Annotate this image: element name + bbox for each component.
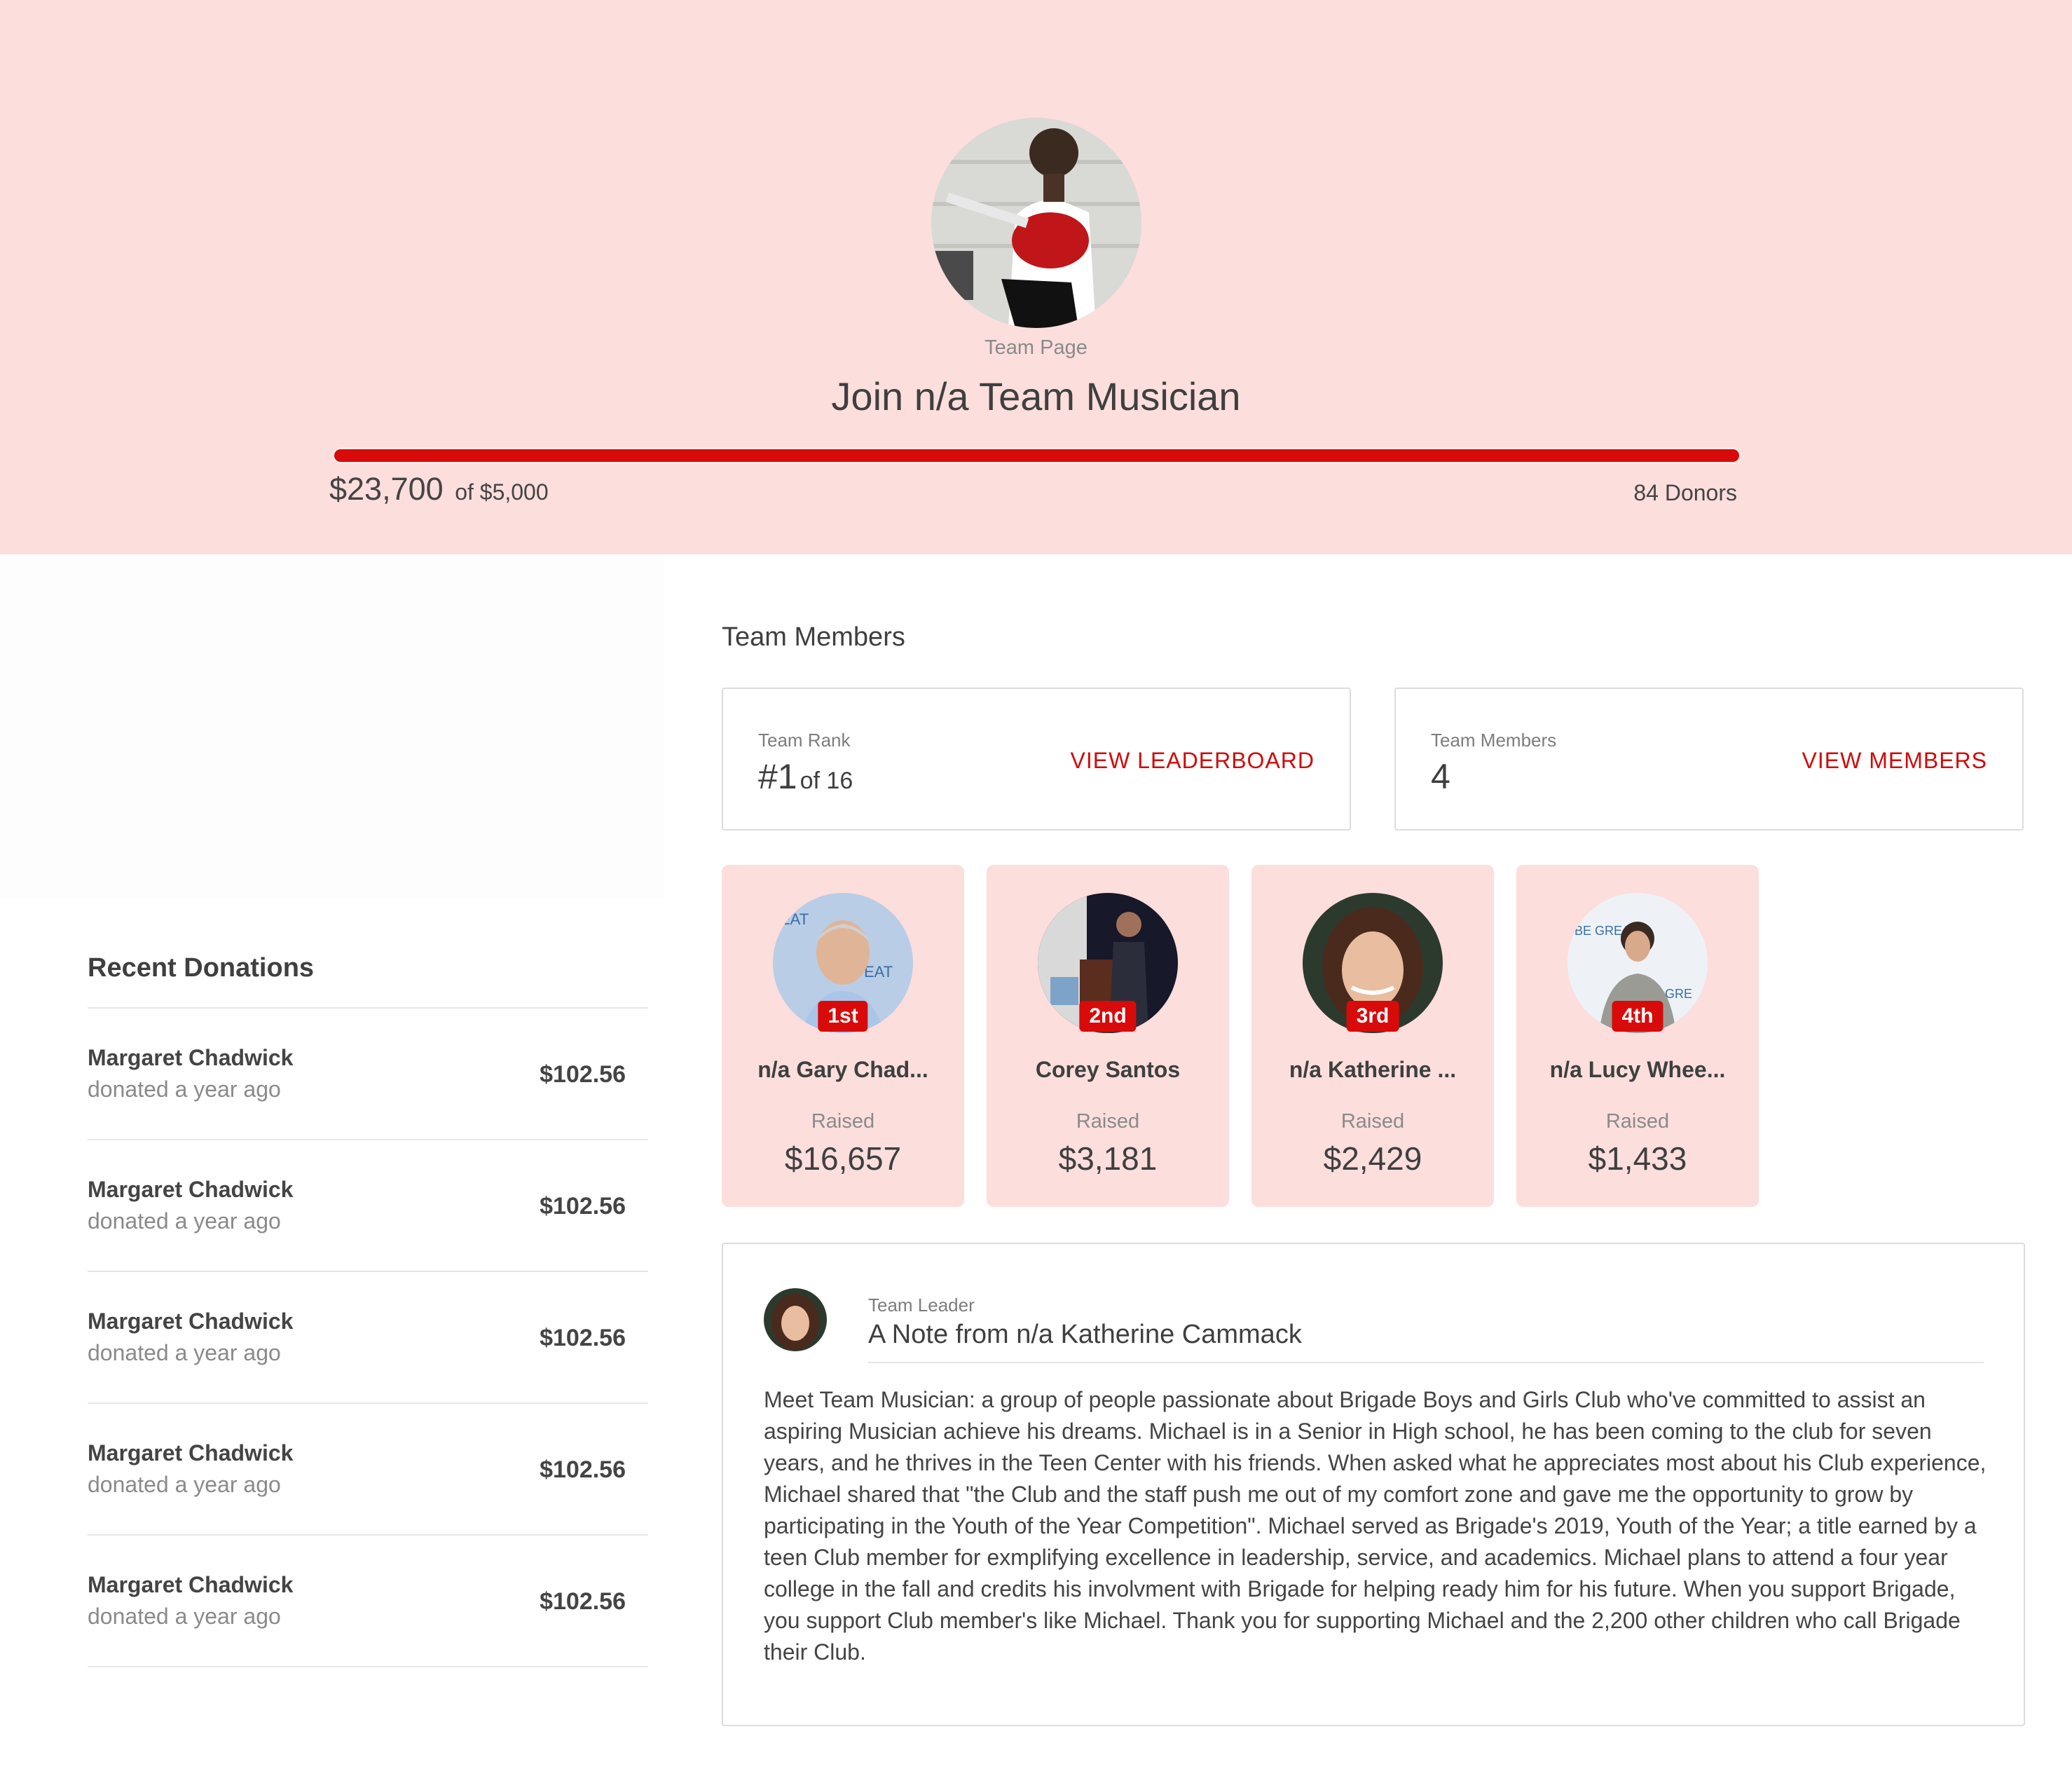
donation-amount: $102.56 xyxy=(540,1588,626,1615)
donation-amount: $102.56 xyxy=(540,1325,626,1351)
rank-total: of 16 xyxy=(800,767,853,794)
donation-item: Margaret Chadwick donated a year ago $10… xyxy=(88,1009,648,1140)
fundraising-progress-bar xyxy=(332,447,1741,464)
svg-text:EAT: EAT xyxy=(864,963,893,981)
team-rank-label: Team Rank xyxy=(758,730,851,751)
raised-amount: $3,181 xyxy=(1058,1140,1158,1177)
donor-name: Margaret Chadwick xyxy=(88,1309,294,1334)
team-members-box: Team Members 4 VIEW MEMBERS xyxy=(1394,688,2024,831)
member-card[interactable]: BE GREAT BE GRE 4th n/a Lucy Whee... Rai… xyxy=(1516,865,1759,1207)
donation-time: donated a year ago xyxy=(88,1472,281,1497)
donor-name: Margaret Chadwick xyxy=(88,1440,294,1466)
rank-badge: 3rd xyxy=(1346,1001,1399,1032)
donation-amount: $102.56 xyxy=(540,1456,626,1483)
recent-donations-list: Margaret Chadwick donated a year ago $10… xyxy=(88,1007,648,1667)
team-leader-note: Team Leader A Note from n/a Katherine Ca… xyxy=(722,1243,2025,1726)
donation-time: donated a year ago xyxy=(88,1604,281,1629)
leader-avatar xyxy=(764,1288,827,1351)
member-card[interactable]: 2nd Corey Santos Raised $3,181 xyxy=(987,865,1229,1207)
raised-label: Raised xyxy=(1076,1110,1140,1133)
goal-amount: of $5,000 xyxy=(455,479,549,505)
rank-badge: 4th xyxy=(1612,1001,1663,1032)
rank-number: #1 xyxy=(758,757,797,796)
raised-amount: $1,433 xyxy=(1588,1140,1687,1177)
view-leaderboard-link[interactable]: VIEW LEADERBOARD xyxy=(1070,748,1315,774)
page-type-label: Team Page xyxy=(984,336,1088,359)
team-rank-value: #1 of 16 xyxy=(758,756,853,797)
donation-item: Margaret Chadwick donated a year ago $10… xyxy=(88,1404,648,1536)
svg-text:EAT: EAT xyxy=(780,910,809,928)
member-card[interactable]: 3rd n/a Katherine ... Raised $2,429 xyxy=(1251,865,1494,1207)
divider xyxy=(868,1362,1984,1363)
raised-label: Raised xyxy=(1340,1110,1405,1133)
donor-name: Margaret Chadwick xyxy=(88,1572,294,1597)
donation-item: Margaret Chadwick donated a year ago $10… xyxy=(88,1272,648,1404)
donation-time: donated a year ago xyxy=(88,1208,281,1234)
recent-donations-title: Recent Donations xyxy=(88,953,315,983)
donation-amount: $102.56 xyxy=(540,1061,626,1088)
raised-amount: $2,429 xyxy=(1323,1140,1422,1177)
donation-time: donated a year ago xyxy=(88,1340,281,1365)
rank-badge: 2nd xyxy=(1079,1001,1137,1032)
team-members-count: 4 xyxy=(1431,757,1450,796)
member-name: n/a Gary Chad... xyxy=(757,1057,928,1082)
note-label: Team Leader xyxy=(868,1295,975,1316)
progress-fill xyxy=(334,449,1739,462)
view-members-link[interactable]: VIEW MEMBERS xyxy=(1802,748,1987,774)
member-name: Corey Santos xyxy=(1035,1057,1181,1082)
member-name: n/a Lucy Whee... xyxy=(1549,1057,1726,1082)
note-title: A Note from n/a Katherine Cammack xyxy=(868,1320,1302,1349)
donor-name: Margaret Chadwick xyxy=(88,1177,294,1202)
raised-label: Raised xyxy=(1605,1110,1670,1133)
raised-amount: $16,657 xyxy=(784,1140,902,1177)
note-body: Meet Team Musician: a group of people pa… xyxy=(764,1387,1987,1665)
donor-name: Margaret Chadwick xyxy=(88,1045,294,1070)
donation-item: Margaret Chadwick donated a year ago $10… xyxy=(88,1140,648,1272)
team-rank-box: Team Rank #1 of 16 VIEW LEADERBOARD xyxy=(722,688,1351,831)
team-hero: Team Page Join n/a Team Musician $23,700… xyxy=(0,0,2072,554)
donation-item: Margaret Chadwick donated a year ago $10… xyxy=(88,1536,648,1667)
member-name: n/a Katherine ... xyxy=(1289,1057,1457,1082)
donation-amount: $102.56 xyxy=(540,1193,626,1220)
amount-raised: $23,700 of $5,000 xyxy=(329,471,549,507)
raised-label: Raised xyxy=(811,1110,875,1133)
left-sidebar-panel xyxy=(0,554,664,898)
donor-count: 84 Donors xyxy=(1633,480,1737,505)
team-avatar xyxy=(931,118,1141,328)
team-members-label: Team Members xyxy=(1431,730,1557,751)
rank-badge: 1st xyxy=(818,1001,868,1032)
raised-amount: $23,700 xyxy=(329,471,444,507)
team-members-heading: Team Members xyxy=(722,622,905,652)
donation-time: donated a year ago xyxy=(88,1077,281,1102)
member-card[interactable]: EAT EAT 1st n/a Gary Chad... Raised $16,… xyxy=(722,865,964,1207)
page-title: Join n/a Team Musician xyxy=(831,374,1241,418)
